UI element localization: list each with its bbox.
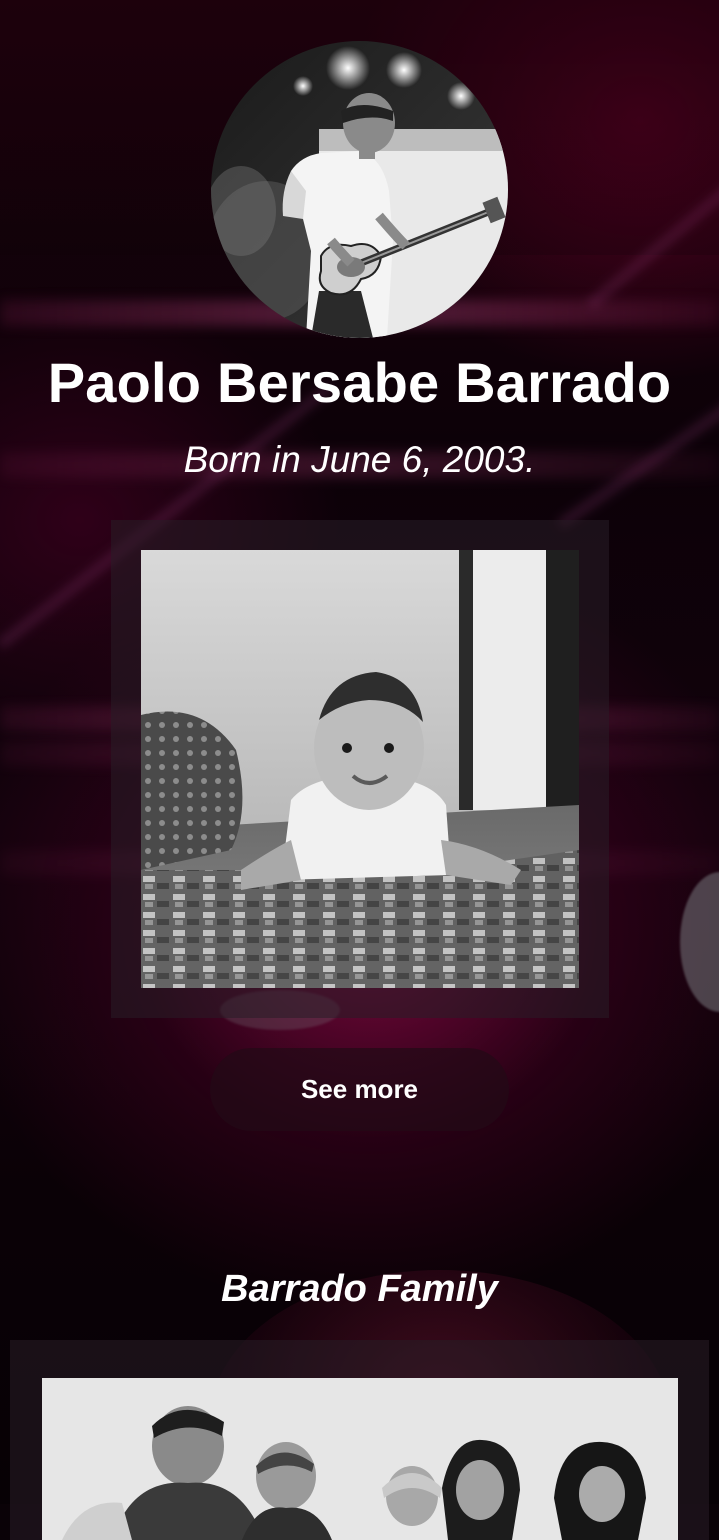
family-photo <box>42 1378 678 1540</box>
baby-photo <box>141 550 579 988</box>
see-more-button[interactable]: See more <box>210 1048 509 1131</box>
profile-name: Paolo Bersabe Barrado <box>47 351 672 414</box>
photo-card <box>111 520 609 1018</box>
profile-avatar <box>211 41 508 338</box>
family-photo-card <box>10 1340 709 1540</box>
birth-date-text: Born in June 6, 2003. <box>183 439 536 480</box>
family-section-title: Barrado Family <box>221 1268 498 1310</box>
profile-page: Paolo Bersabe Barrado Born in June 6, 20… <box>0 0 719 1540</box>
